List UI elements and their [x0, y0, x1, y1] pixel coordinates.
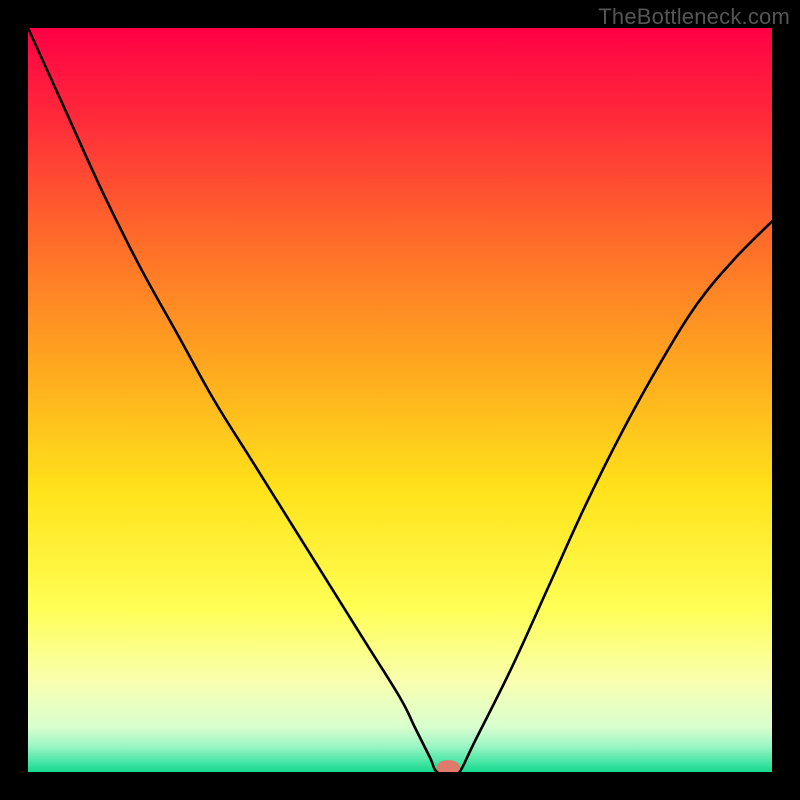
- gradient-background: [28, 28, 772, 772]
- watermark-text: TheBottleneck.com: [598, 4, 790, 30]
- bottleneck-chart: [28, 28, 772, 772]
- chart-frame: TheBottleneck.com: [0, 0, 800, 800]
